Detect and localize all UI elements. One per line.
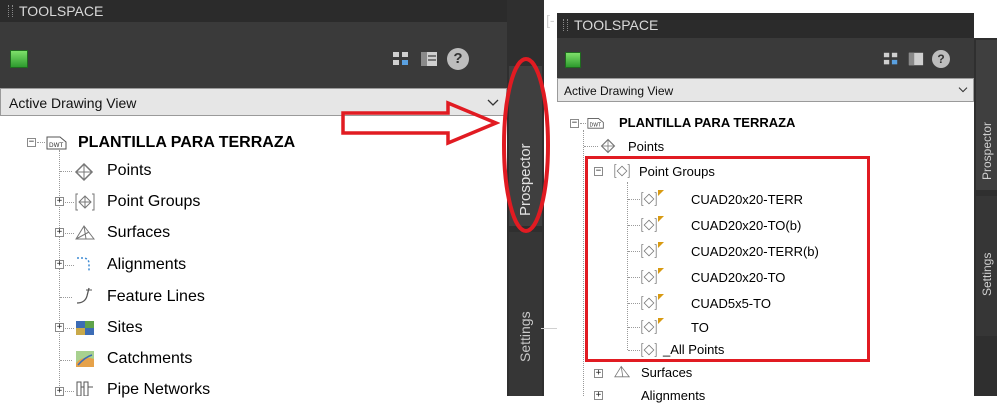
drawing-cube-icon[interactable]	[10, 50, 28, 68]
divider	[541, 328, 557, 329]
left-tree-item-points[interactable]: Points	[107, 162, 151, 180]
alignment-icon	[77, 257, 90, 272]
left-tab-settings[interactable]: Settings	[509, 232, 542, 396]
right-bracket: [-	[546, 12, 555, 28]
dwt-file-icon: DWT	[587, 118, 604, 129]
point-icon	[600, 138, 616, 154]
left-toolspace-title-bar[interactable]: TOOLSPACE	[0, 0, 507, 22]
catchment-icon	[76, 351, 94, 367]
left-toolbar: ?	[0, 22, 507, 88]
dwt-file-icon: DWT	[46, 136, 67, 150]
item-view-icon[interactable]	[392, 50, 410, 68]
feature-line-icon	[76, 287, 92, 304]
right-surfaces-expander[interactable]: +	[594, 369, 603, 378]
right-tab-settings[interactable]: Settings	[976, 196, 997, 336]
right-root-expander[interactable]: −	[570, 119, 579, 128]
right-tree-item-points[interactable]: Points	[628, 139, 664, 154]
dwt-badge: DWT	[590, 123, 602, 129]
surface-icon	[614, 365, 630, 378]
chevron-down-icon[interactable]	[958, 86, 968, 94]
right-view-dropdown[interactable]: Active Drawing View	[557, 78, 974, 102]
left-tree-item-feature-lines[interactable]: Feature Lines	[107, 288, 205, 306]
right-tab-prospector[interactable]: Prospector	[976, 40, 997, 190]
left-tree-item-catchments[interactable]: Catchments	[107, 350, 192, 368]
drawing-cube-icon[interactable]	[565, 52, 581, 68]
surfaces-expander[interactable]: +	[55, 228, 64, 237]
alignments-expander[interactable]: +	[55, 260, 64, 269]
point-group-icon	[75, 193, 95, 211]
right-toolspace-title: TOOLSPACE	[574, 17, 659, 33]
help-symbol: ?	[937, 52, 945, 66]
annotation-arrow	[341, 100, 500, 146]
right-view-dropdown-value: Active Drawing View	[564, 84, 674, 98]
left-tree-item-pipe-networks[interactable]: Pipe Networks	[107, 381, 210, 399]
left-view-dropdown-value: Active Drawing View	[9, 95, 137, 111]
annotation-highlight-box	[585, 156, 870, 362]
dwt-badge: DWT	[49, 142, 64, 149]
right-tab-prospector-label: Prospector	[980, 121, 994, 180]
pipe-network-icon	[76, 381, 93, 396]
right-toolspace-title-bar[interactable]: TOOLSPACE	[557, 13, 974, 38]
left-tree-item-sites[interactable]: Sites	[107, 319, 143, 337]
right-tree-item-surfaces[interactable]: Surfaces	[641, 365, 692, 380]
grip-icon[interactable]	[8, 5, 13, 17]
help-icon[interactable]: ?	[932, 50, 950, 68]
site-icon	[76, 321, 94, 335]
pipe-networks-expander[interactable]: +	[55, 387, 64, 396]
item-view-icon[interactable]	[883, 51, 899, 67]
left-tree-item-surfaces[interactable]: Surfaces	[107, 224, 170, 242]
left-tree-item-point-groups[interactable]: Point Groups	[107, 193, 200, 211]
sites-expander[interactable]: +	[55, 323, 64, 332]
left-toolspace-title: TOOLSPACE	[19, 3, 104, 19]
help-icon[interactable]: ?	[447, 48, 469, 70]
surface-icon	[75, 225, 95, 240]
grip-icon[interactable]	[563, 19, 568, 31]
help-symbol: ?	[453, 50, 463, 67]
right-root-label[interactable]: PLANTILLA PARA TERRAZA	[619, 115, 795, 130]
root-expander[interactable]: −	[27, 138, 36, 147]
left-tab-settings-label: Settings	[517, 311, 533, 362]
left-root-label[interactable]: PLANTILLA PARA TERRAZA	[78, 134, 295, 152]
panorama-icon[interactable]	[420, 50, 438, 68]
right-tab-settings-label: Settings	[980, 252, 994, 296]
panorama-icon[interactable]	[908, 51, 924, 67]
point-groups-expander[interactable]: +	[55, 197, 64, 206]
left-tree-item-alignments[interactable]: Alignments	[107, 256, 186, 274]
left-tree: − DWT PLANTILLA PARA TERRAZA Points + Po…	[0, 116, 507, 399]
annotation-ellipse	[502, 57, 550, 233]
right-toolbar: ?	[557, 38, 974, 78]
point-icon	[74, 162, 94, 182]
